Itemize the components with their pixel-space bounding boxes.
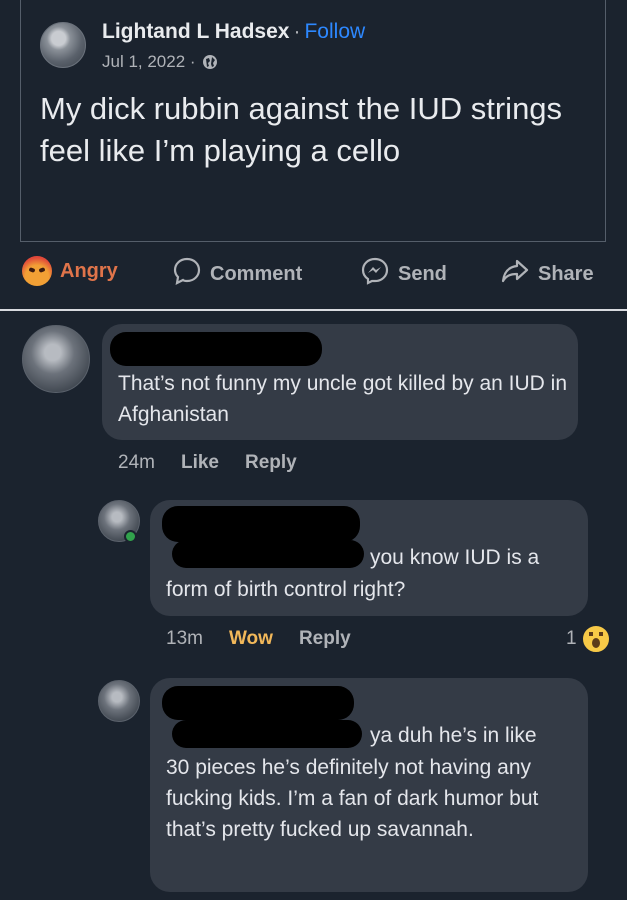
reply-button[interactable]: Reply: [299, 628, 351, 650]
post-text: My dick rubbin against the IUD strings f…: [40, 91, 563, 168]
comment-time[interactable]: 24m: [118, 452, 155, 474]
redacted-name: [162, 506, 360, 542]
post-date[interactable]: Jul 1, 2022 ·: [102, 52, 196, 72]
comment-label: Comment: [210, 262, 303, 285]
share-icon: [500, 256, 530, 292]
angry-label: Angry: [60, 259, 118, 282]
send-button[interactable]: Send: [360, 256, 447, 292]
author-name[interactable]: Lightand L Hadsex: [102, 20, 289, 43]
post-author-line: Lightand L Hadsex · Follow: [102, 20, 365, 44]
redacted-mention: [172, 720, 362, 748]
comment-meta: 24m Like Reply: [118, 452, 297, 474]
reply-text-rest: 30 pieces he’s definitely not having any…: [166, 756, 539, 841]
reaction-count[interactable]: 1: [566, 624, 611, 654]
globe-icon: [202, 54, 218, 70]
comment-text: That’s not funny my uncle got killed by …: [118, 372, 568, 426]
follow-link[interactable]: Follow: [304, 20, 365, 43]
send-label: Send: [398, 262, 447, 285]
comment-button[interactable]: Comment: [172, 256, 302, 292]
section-divider: [0, 309, 627, 311]
wow-face-icon: [580, 624, 611, 654]
reply-meta: 13m Wow Reply: [166, 628, 351, 650]
redacted-mention: [172, 540, 364, 568]
post-meta: Jul 1, 2022 ·: [102, 52, 218, 72]
reply-text-line1: you know IUD is a: [370, 546, 540, 569]
messenger-icon: [360, 256, 390, 292]
angry-face-icon: [22, 256, 52, 286]
reply-time[interactable]: 13m: [166, 628, 203, 650]
reply-button[interactable]: Reply: [245, 452, 297, 474]
angry-reaction-button[interactable]: Angry: [22, 256, 118, 286]
separator-dot: ·: [293, 20, 301, 43]
redacted-name: [162, 686, 354, 720]
reply-text-line2: form of birth control right?: [166, 578, 406, 601]
reply-text-line1: ya duh he’s in like: [370, 724, 537, 747]
redacted-name: [110, 332, 322, 366]
wow-reaction-button[interactable]: Wow: [229, 628, 273, 650]
author-avatar[interactable]: [40, 22, 86, 68]
reaction-count-number: 1: [566, 628, 577, 649]
share-label: Share: [538, 262, 594, 285]
online-status-dot: [124, 530, 137, 543]
comment-icon: [172, 256, 202, 292]
commenter-avatar[interactable]: [22, 325, 90, 393]
post-action-bar: Angry Comment Send Share: [0, 256, 627, 298]
reply-avatar[interactable]: [98, 680, 140, 722]
like-button[interactable]: Like: [181, 452, 219, 474]
share-button[interactable]: Share: [500, 256, 594, 292]
